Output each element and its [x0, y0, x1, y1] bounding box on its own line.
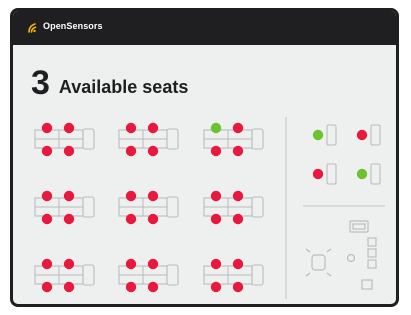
desk-outline — [370, 163, 381, 185]
seat-indicator — [41, 258, 53, 270]
bench-clusters — [34, 122, 264, 293]
floor-plan — [34, 117, 385, 299]
seat-indicator — [63, 122, 75, 134]
seat-indicator — [210, 258, 222, 270]
single-desk — [312, 163, 337, 185]
seat-indicator — [147, 145, 159, 157]
bench-end-cabinet — [166, 264, 179, 286]
bench-end-cabinet — [82, 264, 95, 286]
bench-cluster — [203, 122, 264, 157]
seat-indicator — [63, 145, 75, 157]
seat-indicator — [63, 281, 75, 293]
seat-indicator — [312, 129, 324, 141]
bench-cluster — [118, 258, 179, 293]
seat-indicator — [41, 281, 53, 293]
seat-indicator — [232, 145, 244, 157]
seat-indicator — [41, 190, 53, 202]
display-panel: OpenSensors 3 Available seats — [10, 8, 399, 307]
seat-indicator — [356, 168, 368, 180]
single-desk — [312, 124, 337, 146]
seat-indicator — [41, 122, 53, 134]
bench-cluster — [118, 190, 179, 225]
single-desk — [356, 163, 381, 185]
seat-indicator — [232, 190, 244, 202]
seat-indicator — [63, 213, 75, 225]
seat-indicator — [63, 190, 75, 202]
seat-indicator — [147, 190, 159, 202]
meeting-lounge-icon — [305, 220, 377, 290]
single-desks — [312, 124, 381, 185]
seat-indicator — [210, 122, 222, 134]
desk-outline — [370, 124, 381, 146]
bench-end-cabinet — [251, 128, 264, 150]
seat-indicator — [147, 122, 159, 134]
bench-end-cabinet — [82, 128, 95, 150]
seat-indicator — [147, 213, 159, 225]
bench-end-cabinet — [166, 128, 179, 150]
seat-indicator — [125, 190, 137, 202]
seat-indicator — [125, 145, 137, 157]
seat-indicator — [210, 190, 222, 202]
seat-indicator — [41, 213, 53, 225]
desk-outline — [326, 163, 337, 185]
seat-indicator — [125, 281, 137, 293]
bench-cluster — [34, 258, 95, 293]
seat-indicator — [232, 122, 244, 134]
bench-end-cabinet — [251, 264, 264, 286]
bench-cluster — [203, 258, 264, 293]
bench-end-cabinet — [251, 196, 264, 218]
seat-indicator — [210, 145, 222, 157]
seat-indicator — [147, 281, 159, 293]
bench-end-cabinet — [166, 196, 179, 218]
seat-indicator — [210, 213, 222, 225]
bench-end-cabinet — [82, 196, 95, 218]
desk-outline — [326, 124, 337, 146]
bench-cluster — [34, 122, 95, 157]
seat-indicator — [356, 129, 368, 141]
bench-cluster — [118, 122, 179, 157]
seat-indicator — [125, 213, 137, 225]
seat-indicator — [232, 213, 244, 225]
seat-indicator — [232, 281, 244, 293]
seat-indicator — [312, 168, 324, 180]
seat-indicator — [125, 258, 137, 270]
seat-indicator — [63, 258, 75, 270]
seat-indicator — [147, 258, 159, 270]
bench-cluster — [34, 190, 95, 225]
bench-cluster — [203, 190, 264, 225]
seat-indicator — [41, 145, 53, 157]
seat-indicator — [210, 281, 222, 293]
seat-indicator — [232, 258, 244, 270]
single-desk — [356, 124, 381, 146]
seat-indicator — [125, 122, 137, 134]
